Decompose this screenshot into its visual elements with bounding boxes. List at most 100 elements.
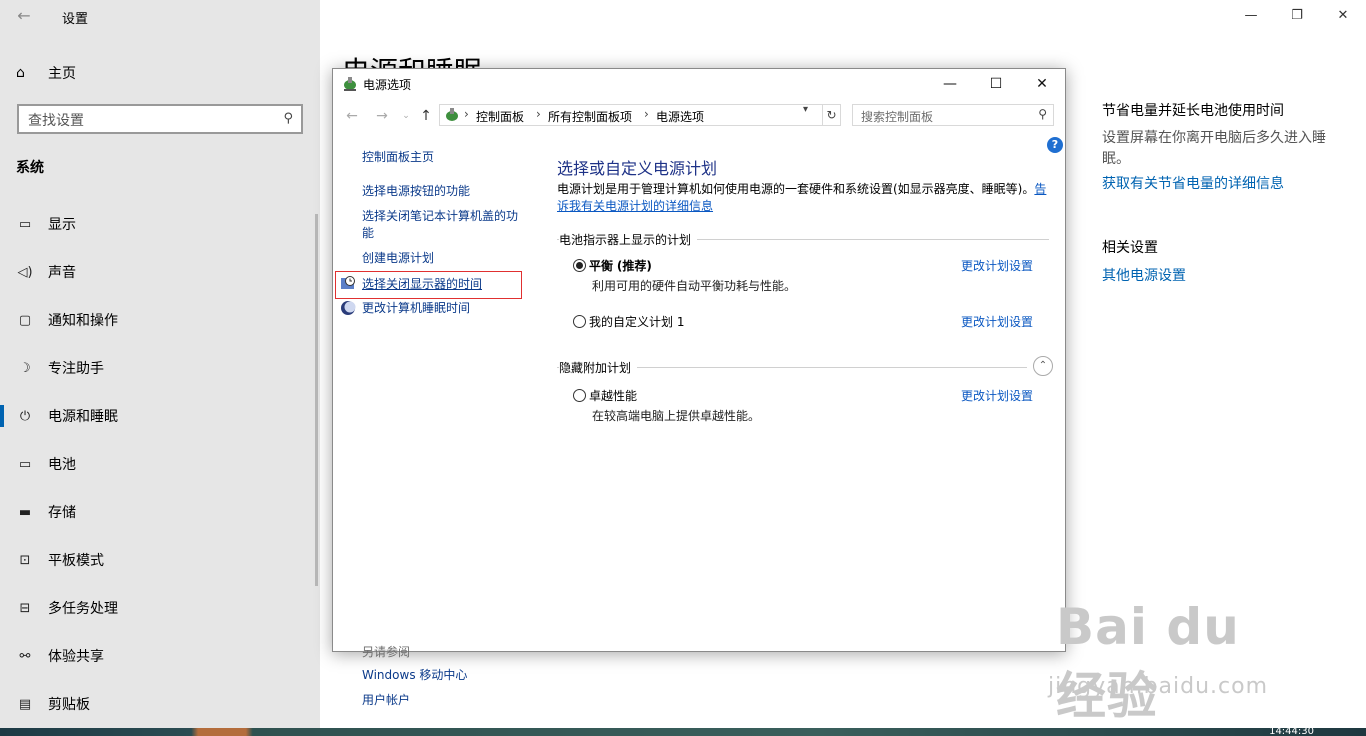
sidebar-item-tablet-mode[interactable]: ⊡ 平板模式 [0,545,316,575]
recent-dropdown-icon[interactable]: ⌄ [395,106,417,126]
monitor-icon: ▭ [18,216,32,232]
window-controls: — ❐ ✕ [1228,0,1366,32]
mobility-center-link[interactable]: Windows 移动中心 [362,667,467,684]
sidebar-item-clipboard[interactable]: ▤ 剪贴板 [0,689,316,719]
sidebar-item-sound[interactable]: ◁) 声音 [0,257,316,287]
sidebar-item-label: 电池 [48,457,76,473]
sidebar-item-label: 平板模式 [48,553,104,569]
home-icon: ⌂ [16,65,25,81]
sidebar-item-label: 通知和操作 [48,313,118,329]
taskbar-clock[interactable]: 14:44:30 [1269,728,1314,736]
refresh-icon[interactable]: ↻ [823,104,841,126]
chevron-up-icon[interactable]: ⌃ [1033,356,1053,376]
sidebar-scrollbar[interactable] [315,214,318,586]
dialog-close-button[interactable]: ✕ [1019,69,1065,99]
search-placeholder: 查找设置 [28,113,84,129]
sidebar-item-label: 声音 [48,265,76,281]
power-icon: ⏻ [19,408,31,424]
sleep-time-link[interactable]: 更改计算机睡眠时间 [362,300,470,317]
chevron-down-icon[interactable]: ▾ [803,104,808,115]
sidebar-item-label: 多任务处理 [48,601,118,617]
dialog-window-controls: — ☐ ✕ [927,69,1065,99]
control-panel-home-link[interactable]: 控制面板主页 [362,149,434,166]
close-button[interactable]: ✕ [1320,0,1366,32]
user-accounts-link[interactable]: 用户帐户 [362,692,410,709]
plan-ultimate-performance: 卓越性能 在较高端电脑上提供卓越性能。 更改计划设置 [573,387,1053,427]
tablet-icon: ⊡ [19,552,31,568]
search-icon: ⚲ [1038,107,1047,121]
sidebar-item-power-sleep[interactable]: ⏻ 电源和睡眠 [0,401,316,431]
plan-name: 平衡 (推荐) [589,259,652,273]
moon-icon: ☽ [19,360,31,376]
related-settings-title: 相关设置 [1102,240,1158,256]
main-title: 选择或自定义电源计划 [557,159,718,178]
plan-radio[interactable] [573,389,586,402]
sidebar-item-label: 电源和睡眠 [48,409,118,425]
power-options-icon [344,77,356,91]
breadcrumb-item[interactable]: 电源选项 [656,108,704,125]
plan-radio[interactable] [573,259,586,272]
change-plan-settings-link[interactable]: 更改计划设置 [961,313,1033,330]
clipboard-icon: ▤ [18,696,32,712]
plan-description: 在较高端电脑上提供卓越性能。 [592,409,761,423]
battery-info-link[interactable]: 获取有关节省电量的详细信息 [1102,173,1352,193]
create-power-plan-link[interactable]: 创建电源计划 [362,250,434,267]
watermark-url: jingyan.baidu.com [1048,674,1269,699]
nav-home[interactable]: ⌂ 主页 [16,62,76,84]
plan-radio[interactable] [573,315,586,328]
sidebar-item-shared-experiences[interactable]: ⚯ 体验共享 [0,641,316,671]
other-power-settings-link[interactable]: 其他电源设置 [1102,265,1352,285]
power-button-function-link[interactable]: 选择电源按钮的功能 [362,183,470,200]
dialog-maximize-button[interactable]: ☐ [973,69,1019,99]
sidebar-item-notifications[interactable]: ▢ 通知和操作 [0,305,316,335]
sleep-moon-icon [341,301,356,315]
related-panel: 节省电量并延长电池使用时间 设置屏幕在你离开电脑后多久进入睡眠。 获取有关节省电… [1102,100,1352,289]
display-clock-icon [341,276,355,289]
app-title: 设置 [62,12,89,27]
baidu-watermark: Bai du 经验 jingyan.baidu.com [1040,594,1300,725]
help-icon[interactable]: ? [1047,137,1063,153]
sidebar-item-multitasking[interactable]: ⊟ 多任务处理 [0,593,316,623]
settings-sidebar: ← 设置 ⌂ 主页 查找设置 ⚲ 系统 ▭ 显示 ◁) 声音 ▢ 通知和操作 ☽… [0,0,320,728]
dialog-minimize-button[interactable]: — [927,69,973,99]
section-title: 系统 [16,160,44,176]
change-plan-settings-link[interactable]: 更改计划设置 [961,257,1033,274]
sidebar-item-battery[interactable]: ▭ 电池 [0,449,316,479]
control-panel-icon [446,108,458,121]
sidebar-item-label: 显示 [48,217,76,233]
sidebar-item-storage[interactable]: ▬ 存储 [0,497,316,527]
multitask-icon: ⊟ [19,600,31,616]
address-bar: ← → ⌄ ↑ › 控制面板 › 所有控制面板项 › 电源选项 ▾ ↻ 搜索控制… [333,101,1065,131]
settings-search-input[interactable]: 查找设置 ⚲ [17,104,303,134]
restore-button[interactable]: ❐ [1274,0,1320,32]
forward-arrow-icon[interactable]: → [371,106,393,126]
plan-name: 我的自定义计划 1 [589,315,685,329]
sidebar-item-label: 剪贴板 [48,697,90,713]
sidebar-item-display[interactable]: ▭ 显示 [0,209,316,239]
back-arrow-icon[interactable]: ← [341,106,363,126]
battery-icon: ▭ [18,456,32,472]
lid-close-function-link[interactable]: 选择关闭笔记本计算机盖的功能 [362,208,524,242]
breadcrumb-item[interactable]: 控制面板 [476,108,524,125]
plan-description: 利用可用的硬件自动平衡功耗与性能。 [592,279,797,293]
back-arrow-icon[interactable]: ← [10,4,38,28]
change-plan-settings-link[interactable]: 更改计划设置 [961,387,1033,404]
breadcrumb-item[interactable]: 所有控制面板项 [548,108,632,125]
nav-home-label: 主页 [48,66,76,82]
group-label: 电池指示器上显示的计划 [559,231,698,248]
search-placeholder: 搜索控制面板 [861,110,934,124]
battery-meter-group: 电池指示器上显示的计划 [557,231,1049,248]
hidden-plans-group: 隐藏附加计划 [557,359,1049,376]
storage-icon: ▬ [18,504,32,520]
chevron-right-icon: › [536,107,541,121]
display-off-time-link[interactable]: 选择关闭显示器的时间 [362,276,482,293]
see-also-title: 另请参阅 [362,645,411,659]
minimize-button[interactable]: — [1228,0,1274,32]
up-arrow-icon[interactable]: ↑ [415,106,437,126]
control-panel-search-input[interactable]: 搜索控制面板 ⚲ [852,104,1054,126]
dialog-titlebar[interactable]: 电源选项 — ☐ ✕ [333,69,1065,99]
breadcrumb[interactable]: › 控制面板 › 所有控制面板项 › 电源选项 [439,104,823,126]
notification-icon: ▢ [18,312,32,328]
taskbar[interactable] [0,728,1366,736]
sidebar-item-focus-assist[interactable]: ☽ 专注助手 [0,353,316,383]
